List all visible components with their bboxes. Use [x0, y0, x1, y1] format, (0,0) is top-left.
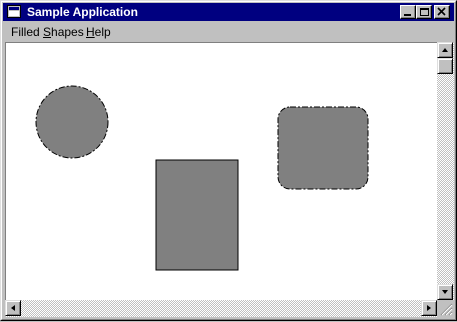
- vertical-scroll-thumb[interactable]: [437, 58, 453, 74]
- size-grip[interactable]: [437, 300, 454, 317]
- menu-bar: Filled Shapes Help: [3, 23, 454, 41]
- menu-item-filled-shapes-label: Filled Shapes: [11, 25, 84, 39]
- arrow-right-icon: [427, 305, 431, 311]
- horizontal-scrollbar[interactable]: [5, 300, 437, 317]
- size-grip-icon: [440, 303, 453, 316]
- arrow-down-icon: [442, 290, 448, 294]
- scroll-left-button[interactable]: [5, 300, 21, 316]
- menu-item-help-label: Help: [86, 25, 111, 39]
- shape-rounded-rectangle: [277, 106, 369, 190]
- title-bar[interactable]: Sample Application: [3, 3, 454, 21]
- scroll-up-button[interactable]: [437, 42, 453, 58]
- app-window: Sample Application Filled Shapes Help: [0, 0, 457, 321]
- shape-circle: [35, 85, 109, 159]
- drawing-canvas[interactable]: [5, 42, 437, 300]
- arrow-left-icon: [11, 305, 15, 311]
- shapes-layer: [35, 85, 369, 271]
- maximize-icon: [420, 8, 429, 16]
- maximize-button[interactable]: [416, 5, 432, 19]
- window-title: Sample Application: [27, 5, 138, 19]
- close-button[interactable]: [434, 5, 450, 19]
- vertical-scrollbar[interactable]: [437, 42, 454, 300]
- shape-rectangle: [155, 159, 239, 271]
- minimize-button[interactable]: [400, 5, 416, 19]
- close-icon: [437, 7, 446, 16]
- scroll-down-button[interactable]: [437, 284, 453, 300]
- window-icon[interactable]: [7, 5, 21, 18]
- minimize-icon: [404, 14, 411, 16]
- menu-item-filled-shapes[interactable]: Filled Shapes: [11, 25, 84, 39]
- menu-item-help[interactable]: Help: [86, 25, 111, 39]
- arrow-up-icon: [442, 48, 448, 52]
- scroll-right-button[interactable]: [421, 300, 437, 316]
